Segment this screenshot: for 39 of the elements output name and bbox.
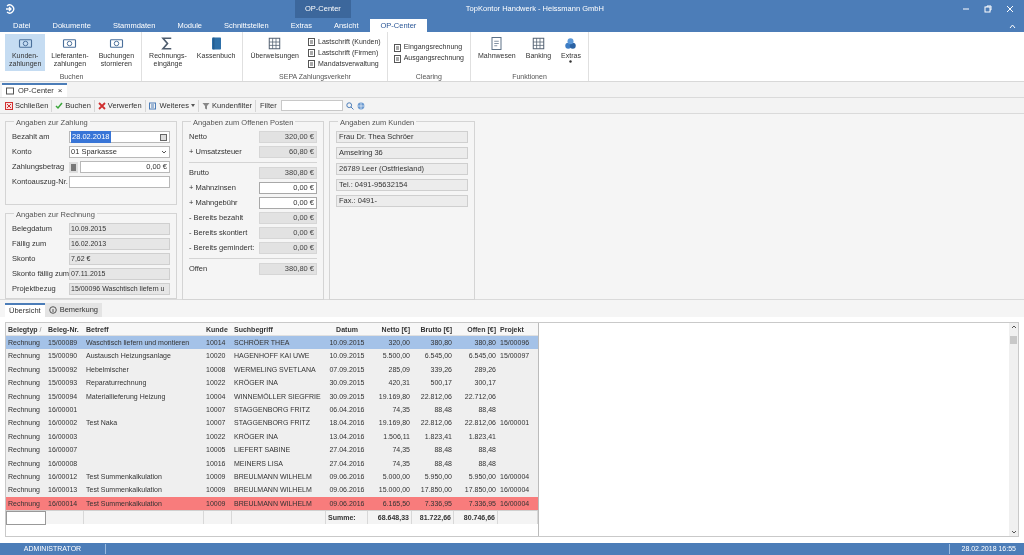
app-icon[interactable]: [5, 4, 15, 14]
cross-icon: [97, 101, 106, 110]
filter-icon: [202, 101, 211, 110]
scroll-down-icon[interactable]: [1010, 530, 1017, 534]
close-icon: [5, 101, 13, 110]
card-icon: [108, 36, 124, 51]
input-field[interactable]: [69, 176, 170, 188]
document-icon: [308, 60, 316, 68]
collapse-ribbon-icon[interactable]: [1009, 24, 1016, 29]
card-icon: [62, 36, 78, 51]
search-icon[interactable]: [345, 101, 354, 110]
document-icon: [308, 49, 316, 57]
checkmark-icon: [55, 101, 64, 110]
document-icon: [489, 36, 505, 51]
scroll-thumb[interactable]: [1010, 335, 1017, 344]
document-icon: [308, 38, 316, 46]
close-tab-button[interactable]: ×: [57, 85, 63, 97]
globe-icon[interactable]: [356, 101, 365, 110]
card-icon: [17, 36, 33, 51]
document-icon: [393, 54, 401, 63]
dropdown-dot-icon: [569, 60, 573, 63]
scroll-up-icon[interactable]: [1010, 325, 1017, 329]
document-icon: [393, 43, 401, 52]
grid-icon: [530, 36, 546, 51]
filter-field[interactable]: [280, 100, 343, 111]
document-icon: [6, 87, 14, 95]
caret-icon: [191, 104, 196, 107]
scrollbar[interactable]: [1009, 323, 1018, 536]
minimize-icon[interactable]: [962, 5, 970, 13]
restore-icon[interactable]: [984, 5, 992, 13]
grid-icon: [267, 36, 283, 51]
input-field[interactable]: [6, 511, 46, 526]
calculator-icon[interactable]: [69, 161, 78, 173]
chevron-down-icon: [161, 150, 167, 154]
calendar-icon: [160, 133, 167, 141]
list-icon: [148, 101, 158, 110]
info-icon: [48, 306, 57, 314]
coins-icon: [563, 36, 579, 51]
close-icon[interactable]: [1006, 5, 1014, 13]
